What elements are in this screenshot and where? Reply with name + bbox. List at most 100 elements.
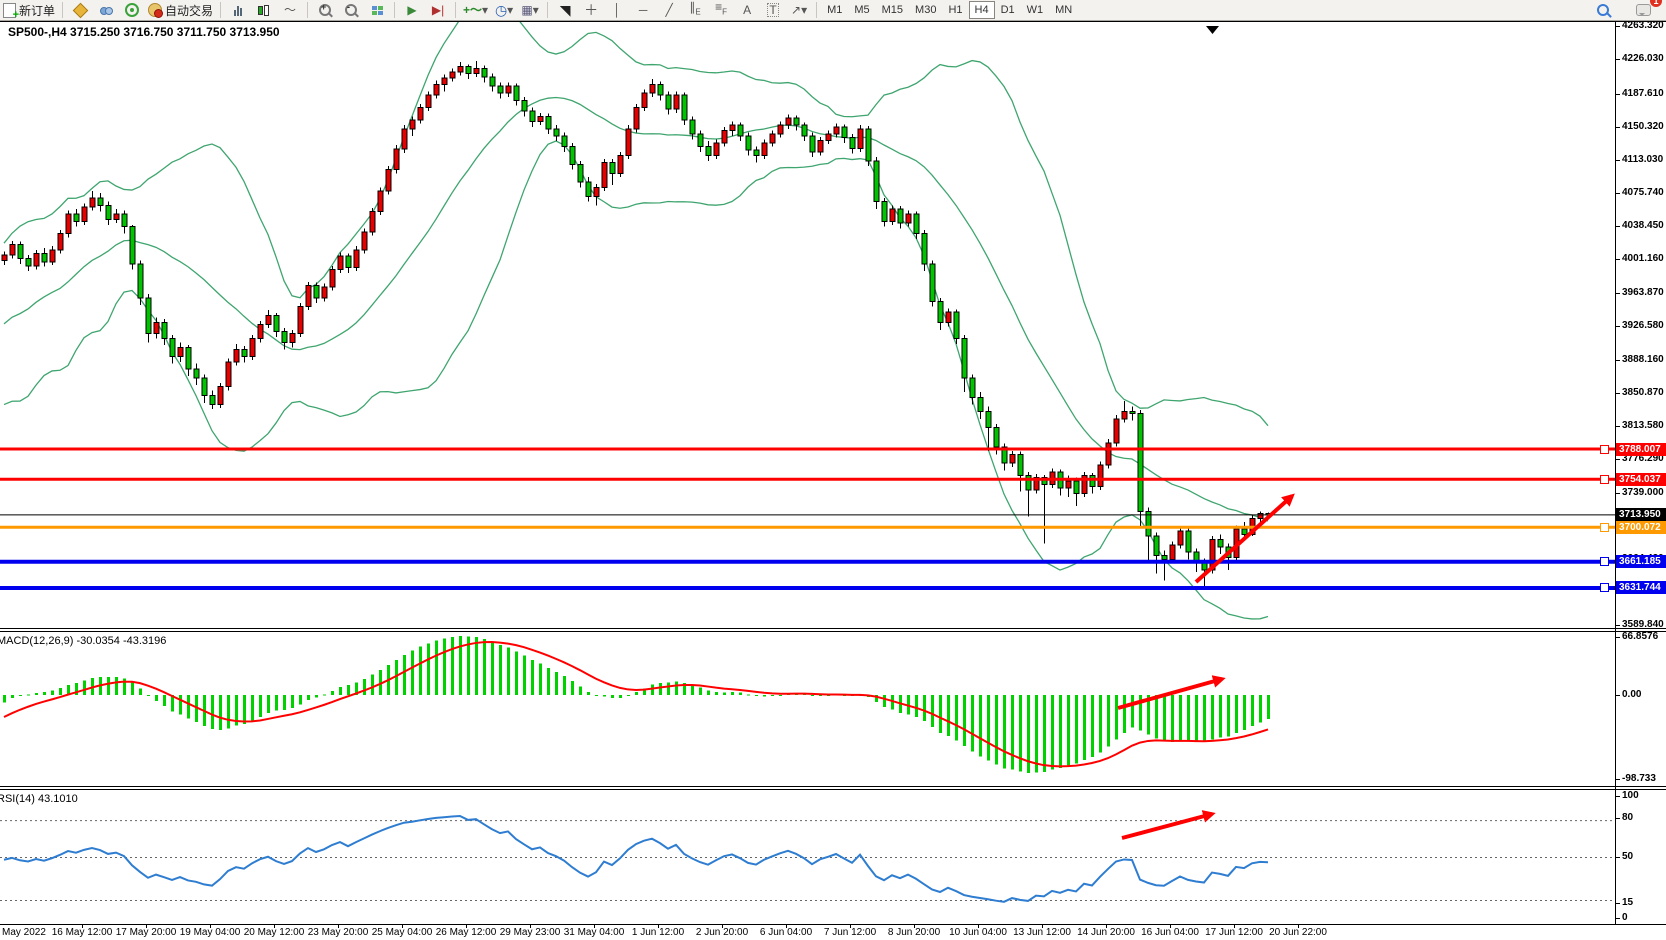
level-handle-pivot-orange[interactable] [1600,523,1609,532]
timeframe-m5[interactable]: M5 [848,1,875,19]
timeframe-m30[interactable]: M30 [909,1,942,19]
horizontal-line-button[interactable]: ─ [631,1,655,19]
macd-bar [587,692,590,695]
price-tick-label: 3888.160 [1622,354,1664,366]
bull-candle [730,125,735,130]
macd-bar [1163,695,1166,741]
trendline-button[interactable]: ╱ [657,1,681,19]
timeframe-d1[interactable]: D1 [995,1,1021,19]
contacts-button[interactable] [94,1,118,19]
macd-bar [419,647,422,695]
time-label: 8 Jun 20:00 [888,927,940,938]
trend-arrow-macd[interactable] [1118,679,1222,708]
crosshair-button[interactable]: ＋ [579,1,603,19]
pane-separator[interactable] [0,631,1666,632]
time-axis[interactable]: May 202216 May 12:0017 May 20:0019 May 0… [0,925,1666,940]
axis-tick [1615,459,1620,460]
text-button[interactable]: A [735,1,759,19]
text-label-button[interactable]: T [761,1,785,19]
macd-bar [675,682,678,695]
macd-bar [1107,695,1110,747]
bull-candle [338,256,343,269]
templates-icon: ▦ [521,4,532,16]
bear-candle [1186,531,1191,552]
trend-arrow-rsi[interactable] [1122,814,1212,838]
pane-separator[interactable] [0,786,1666,787]
separator [455,2,456,18]
level-handle-resistance-upper[interactable] [1600,445,1609,454]
separator [62,2,63,18]
macd-bar [179,695,182,715]
periods-button[interactable]: ◷▾ [492,1,516,19]
bull-candle [1122,412,1127,419]
bear-candle [866,129,871,161]
macd-bar [627,695,630,696]
timeframe-m15[interactable]: M15 [876,1,909,19]
level-handle-support-upper[interactable] [1600,557,1609,566]
zoom-in-button[interactable]: + [313,1,337,19]
marketwatch-button[interactable] [68,1,92,19]
bar-chart-button[interactable] [226,1,250,19]
candle-chart-button[interactable] [252,1,276,19]
search-button[interactable] [1591,1,1615,19]
autotrade-button[interactable]: 自动交易 [146,1,215,19]
price-tag-support-upper: 3661.185 [1616,555,1666,568]
price-tick-label: 4038.450 [1622,220,1664,232]
indicators-button[interactable]: +〜▾ [461,1,490,19]
bull-candle [818,140,823,152]
bull-candle [234,349,239,361]
bull-candle [114,214,119,219]
arrows-button[interactable]: ↗▾ [787,1,811,19]
bear-candle [978,397,983,411]
level-handle-resistance-lower[interactable] [1600,475,1609,484]
templates-button[interactable]: ▦▾ [518,1,542,19]
axis-tick [1615,326,1620,327]
macd-bar [107,677,110,695]
timeframe-h1[interactable]: H1 [942,1,968,19]
channel-button[interactable]: ∥E [683,1,707,19]
timeframe-w1[interactable]: W1 [1021,1,1050,19]
bull-candle [634,107,639,128]
bull-candle [506,86,511,93]
macd-bar [323,695,326,696]
macd-bar [1227,695,1230,736]
zoom-out-button[interactable]: - [339,1,363,19]
bear-candle [610,163,615,174]
level-handle-support-lower[interactable] [1600,583,1609,592]
bear-candle [1154,536,1159,556]
timeframe-m1[interactable]: M1 [821,1,848,19]
notifications-button[interactable]: 1 [1631,1,1655,19]
bull-candle [410,120,415,129]
macd-bar [595,695,598,696]
macd-pane[interactable] [0,632,1615,786]
timeframe-h4[interactable]: H4 [969,1,995,19]
price-tag-resistance-lower: 3754.037 [1616,473,1666,486]
separator [816,2,817,18]
timeframe-mn[interactable]: MN [1049,1,1078,19]
chart-shift-button[interactable]: ▶| [426,1,450,19]
fibonacci-button[interactable]: ≡F [709,1,733,19]
pane-separator[interactable] [0,789,1666,790]
bear-candle [146,298,151,334]
pane-separator[interactable] [0,628,1666,629]
time-label: 29 May 23:00 [500,927,561,938]
chart-shift-marker[interactable] [1206,26,1219,34]
cursor-button[interactable]: ◥ [553,1,577,19]
bull-candle [370,212,375,232]
macd-bar [747,694,750,695]
main-chart-pane[interactable] [0,22,1615,628]
macd-bar [1219,695,1222,738]
new-order-button[interactable]: 新订单 [1,1,57,19]
bear-candle [26,259,31,266]
macd-bar [1083,695,1086,760]
vertical-line-button[interactable]: │ [605,1,629,19]
rsi-pane[interactable] [0,790,1615,924]
auto-scroll-button[interactable]: ▶ [400,1,424,19]
trend-arrow-main[interactable] [1196,496,1292,582]
line-chart-button[interactable]: 〜 [278,1,302,19]
macd-bar [3,695,6,702]
bull-candle [1178,531,1183,545]
signals-button[interactable] [120,1,144,19]
tile-windows-button[interactable] [365,1,389,19]
macd-bar [211,695,214,729]
